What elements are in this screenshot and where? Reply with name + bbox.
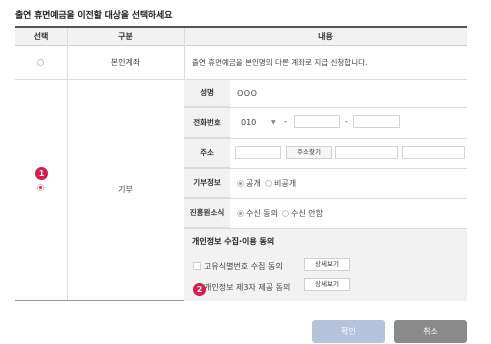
column-divider bbox=[67, 28, 68, 300]
address-label: 주소 bbox=[184, 139, 230, 168]
donation-info-label: 기부정보 bbox=[184, 169, 230, 198]
phone-dash-1: - bbox=[284, 117, 287, 126]
radio-donation-public[interactable] bbox=[237, 180, 244, 187]
promo-agree-label: 수신 동의 bbox=[246, 209, 278, 218]
unique-id-consent-label: 고유식별번호 수집 동의 bbox=[204, 262, 283, 271]
page-title: 출연 휴면예금을 이전할 대상을 선택하세요 bbox=[15, 11, 173, 21]
radio-own-account[interactable] bbox=[37, 59, 44, 66]
selection-table: 선택 구분 내용 본인계좌 출연 휴면예금을 본인명의 다른 계좌로 지급 신청… bbox=[15, 26, 467, 301]
header-category: 구분 bbox=[118, 32, 133, 41]
chevron-down-icon: ▼ bbox=[271, 119, 276, 126]
donation-public-label: 공개 bbox=[246, 179, 261, 188]
promo-decline-label: 수신 안함 bbox=[291, 209, 323, 218]
row-donation-category: 기부 bbox=[118, 185, 133, 194]
radio-donation-private[interactable] bbox=[265, 180, 272, 187]
radio-donation[interactable] bbox=[37, 184, 44, 191]
address-input[interactable] bbox=[335, 146, 398, 159]
confirm-button[interactable]: 확인 bbox=[312, 320, 385, 343]
row-own-category: 본인계좌 bbox=[110, 58, 141, 67]
header-content: 내용 bbox=[318, 32, 333, 41]
phone-last-input[interactable] bbox=[353, 115, 400, 128]
name-label: 성명 bbox=[184, 80, 230, 107]
radio-promo-decline[interactable] bbox=[282, 210, 289, 217]
third-party-consent-label: 개인정보 제3자 제공 동의 bbox=[204, 283, 291, 292]
row-own-description: 출연 휴면예금을 본인명의 다른 계좌로 지급 신청합니다. bbox=[192, 58, 368, 67]
annotation-badge-1: 1 bbox=[35, 167, 48, 180]
phone-label: 전화번호 bbox=[184, 108, 230, 138]
phone-prefix-select[interactable]: 010 bbox=[241, 118, 256, 127]
row-divider bbox=[15, 79, 467, 80]
address-search-button[interactable]: 주소찾기 bbox=[286, 146, 332, 159]
postal-code-input[interactable] bbox=[235, 146, 281, 159]
phone-dash-2: - bbox=[345, 117, 348, 126]
table-header: 선택 구분 내용 bbox=[15, 28, 467, 46]
donation-private-label: 비공개 bbox=[274, 179, 297, 188]
third-party-detail-button[interactable]: 상세보기 bbox=[304, 278, 350, 291]
checkbox-unique-id-consent[interactable] bbox=[193, 262, 201, 270]
header-select: 선택 bbox=[33, 32, 49, 41]
phone-middle-input[interactable] bbox=[294, 115, 340, 128]
unique-id-detail-button[interactable]: 상세보기 bbox=[304, 258, 350, 271]
name-value: OOO bbox=[237, 89, 258, 98]
address-detail-input[interactable] bbox=[402, 146, 465, 159]
cancel-button[interactable]: 취소 bbox=[394, 320, 467, 343]
radio-promo-agree[interactable] bbox=[237, 210, 244, 217]
privacy-heading: 개인정보 수집·이용 동의 bbox=[192, 237, 275, 246]
promo-consent-label: 진흥원소식 bbox=[184, 199, 230, 228]
